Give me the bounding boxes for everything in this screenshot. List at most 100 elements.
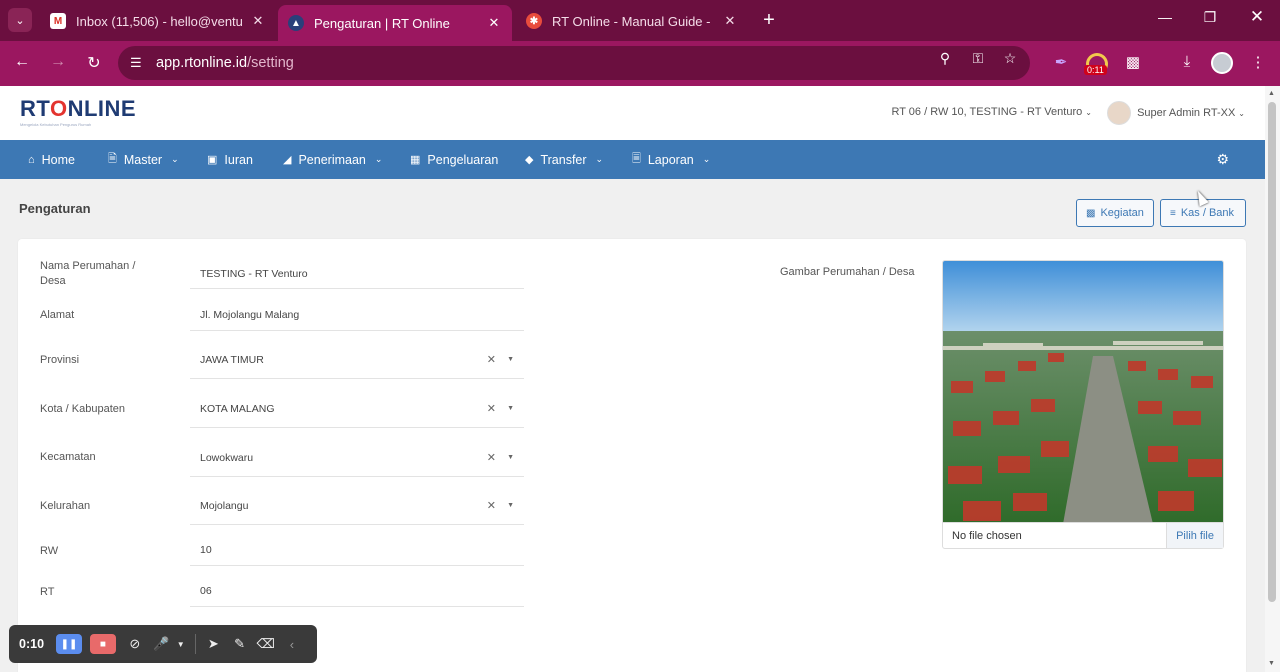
kota-select[interactable]: KOTA MALANG ✕ ▼ — [190, 390, 524, 428]
kegiatan-button[interactable]: ▩ Kegiatan — [1076, 199, 1154, 227]
clear-icon[interactable]: ✕ — [487, 451, 496, 464]
back-icon[interactable]: ← — [11, 53, 33, 71]
bookmark-star-icon[interactable]: ☆ — [999, 50, 1021, 67]
password-key-icon[interactable]: ⚿ — [967, 50, 989, 67]
tag-icon: ◆ — [525, 154, 534, 166]
nama-label: Nama Perumahan / Desa — [40, 260, 136, 287]
kelurahan-label: Kelurahan — [40, 500, 91, 512]
list-icon: ≡ — [1170, 207, 1176, 219]
window-close-icon[interactable]: ✕ — [1245, 7, 1269, 27]
menu-home[interactable]: ⌂ Home — [28, 140, 75, 179]
calendar-icon: ▩ — [1086, 207, 1096, 219]
reload-icon[interactable]: ↻ — [83, 53, 105, 73]
new-tab-icon[interactable]: + — [758, 9, 780, 32]
pointer-icon[interactable]: ➤ — [202, 636, 224, 652]
user-menu[interactable]: Super Admin RT-XX ⌄ — [1107, 101, 1245, 125]
caret-down-icon[interactable]: ▼ — [507, 502, 514, 509]
browser-profile-avatar[interactable] — [1211, 52, 1233, 74]
screen-recorder-widget: 0:10 ❚❚ ■ ⊘ 🎤 ▼ ➤ ✎ ⌫ ‹ — [9, 625, 317, 663]
pen-icon[interactable]: ✎ — [228, 636, 250, 652]
rtonline-logo[interactable]: RTONLINE Mengelola Kebutuhan Pengurus Ru… — [20, 98, 136, 128]
clear-icon[interactable]: ✕ — [487, 353, 496, 366]
close-icon[interactable]: ✕ — [722, 13, 738, 29]
menu-laporan[interactable]: 🗏 Laporan ⌄ — [632, 140, 710, 179]
app-header: RTONLINE Mengelola Kebutuhan Pengurus Ru… — [0, 86, 1265, 140]
eraser-icon[interactable]: ⌫ — [255, 636, 277, 652]
rt-input[interactable]: 06 — [190, 576, 524, 607]
nama-perumahan-input[interactable]: TESTING - RT Venturo — [190, 259, 524, 289]
chevron-down-icon: ⌄ — [1085, 108, 1092, 117]
rt-label: RT — [40, 586, 55, 598]
main-menu-bar: ⌂ Home 🗎 Master ⌄ ▣ Iuran ◢ Penerimaan ⌄ ▦ Peng… — [0, 140, 1265, 179]
feather-extension-icon[interactable]: ✒ — [1049, 53, 1073, 71]
kelurahan-select[interactable]: Mojolangu ✕ ▼ — [190, 487, 524, 525]
gear-icon[interactable]: ⚙ — [1216, 151, 1229, 168]
scrollbar-thumb[interactable] — [1268, 102, 1276, 602]
recorder-time: 0:10 — [19, 637, 45, 651]
kota-label: Kota / Kabupaten — [40, 403, 126, 415]
alamat-input[interactable]: Jl. Mojolangu Malang — [190, 300, 524, 331]
zoom-icon[interactable]: ⚲ — [934, 50, 956, 67]
chart-icon: ◢ — [283, 154, 292, 166]
browser-menu-icon[interactable]: ⋮ — [1246, 53, 1270, 71]
kecamatan-select[interactable]: Lowokwaru ✕ ▼ — [190, 439, 524, 477]
menu-iuran[interactable]: ▣ Iuran — [207, 140, 253, 179]
caret-down-icon[interactable]: ▼ — [507, 405, 514, 412]
menu-pengeluaran[interactable]: ▦ Pengeluaran — [410, 140, 498, 179]
gambar-label: Gambar Perumahan / Desa — [780, 266, 915, 278]
provinsi-select[interactable]: JAWA TIMUR ✕ ▼ — [190, 341, 524, 379]
address-bar[interactable]: ☰ app.rtonline.id/setting — [118, 46, 1030, 80]
card-icon: ▣ — [207, 154, 218, 166]
microphone-icon[interactable]: 🎤 — [150, 636, 172, 652]
image-file-input[interactable]: No file chosen Pilih file — [942, 522, 1224, 549]
tab-pengaturan[interactable]: ▲ Pengaturan | RT Online ✕ — [278, 5, 512, 41]
provinsi-label: Provinsi — [40, 354, 80, 366]
extensions-puzzle-icon[interactable]: ▩ — [1121, 53, 1145, 71]
clear-icon[interactable]: ✕ — [487, 499, 496, 512]
download-icon[interactable]: ⤓ — [1175, 53, 1199, 70]
home-icon: ⌂ — [28, 153, 35, 166]
caret-down-icon[interactable]: ▼ — [507, 356, 514, 363]
restore-icon[interactable]: ❐ — [1198, 9, 1222, 26]
scroll-down-icon[interactable]: ▼ — [1268, 660, 1275, 667]
collapse-icon[interactable]: ‹ — [281, 637, 303, 652]
alamat-label: Alamat — [40, 309, 75, 321]
close-icon[interactable]: ✕ — [250, 13, 266, 29]
rtonline-icon: ▲ — [288, 15, 304, 31]
chevron-down-icon: ⌄ — [171, 154, 179, 164]
browser-tab-bar: ⌄ M Inbox (11,506) - hello@venturo ✕ ▲ P… — [0, 0, 1280, 41]
file-icon: 🗎 — [108, 153, 117, 165]
page-scrollbar[interactable]: ▲ ▼ — [1265, 86, 1280, 672]
doc-icon: 🗏 — [632, 153, 641, 165]
chevron-down-icon: ⌄ — [1238, 108, 1245, 118]
pause-icon[interactable]: ❚❚ — [56, 634, 82, 654]
chevron-down-icon[interactable]: ▼ — [176, 640, 185, 649]
forward-icon[interactable]: → — [47, 53, 69, 71]
close-icon[interactable]: ✕ — [486, 15, 502, 31]
rw-label: RW — [40, 545, 59, 557]
menu-transfer[interactable]: ◆ Transfer ⌄ — [525, 140, 603, 179]
screen-recorder-extension-icon[interactable]: 0:11 — [1084, 53, 1108, 75]
tab-search-chevron-icon[interactable]: ⌄ — [8, 8, 32, 32]
tab-manual-guide[interactable]: ✱ RT Online - Manual Guide - Xm ✕ — [516, 5, 748, 37]
minimize-icon[interactable]: — — [1153, 9, 1177, 25]
rt-selector-dropdown[interactable]: RT 06 / RW 10, TESTING - RT Venturo ⌄ — [891, 106, 1092, 118]
calc-icon: ▦ — [410, 154, 421, 166]
scroll-up-icon[interactable]: ▲ — [1268, 90, 1275, 97]
menu-penerimaan[interactable]: ◢ Penerimaan ⌄ — [283, 140, 382, 179]
chevron-down-icon: ⌄ — [702, 154, 711, 164]
chevron-down-icon: ⌄ — [595, 154, 604, 164]
gmail-icon: M — [50, 13, 66, 29]
camera-off-icon[interactable]: ⊘ — [124, 636, 146, 652]
site-info-icon[interactable]: ☰ — [130, 55, 150, 71]
avatar — [1107, 101, 1132, 125]
clear-icon[interactable]: ✕ — [487, 402, 496, 415]
stop-icon[interactable]: ■ — [89, 634, 116, 654]
rw-input[interactable]: 10 — [190, 535, 524, 566]
caret-down-icon[interactable]: ▼ — [507, 454, 514, 461]
xmind-icon: ✱ — [526, 13, 542, 29]
tab-gmail[interactable]: M Inbox (11,506) - hello@venturo ✕ — [40, 5, 276, 37]
chevron-down-icon: ⌄ — [374, 154, 383, 164]
pilih-file-button[interactable]: Pilih file — [1166, 523, 1223, 548]
menu-master[interactable]: 🗎 Master ⌄ — [108, 140, 179, 179]
